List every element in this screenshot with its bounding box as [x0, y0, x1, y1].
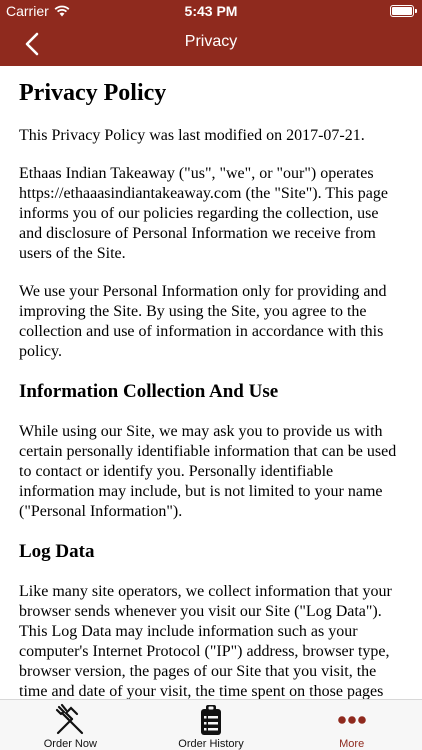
section-heading: Information Collection And Use: [19, 381, 279, 402]
tab-more[interactable]: More: [281, 700, 422, 750]
navigation-bar: Privacy: [0, 22, 422, 66]
battery-icon: [390, 5, 417, 17]
fork-knife-icon: [56, 703, 84, 735]
tab-bar: Order Now Order History More: [0, 699, 422, 750]
tab-order-history[interactable]: Order History: [141, 700, 282, 750]
status-bar: Carrier 5:43 PM: [0, 0, 422, 22]
policy-title: Privacy Policy: [19, 80, 167, 106]
nav-title: Privacy: [184, 33, 238, 50]
tab-label: Order History: [178, 738, 244, 750]
tab-label: Order Now: [43, 738, 97, 750]
policy-paragraph: Like many site operators, we collect inf…: [19, 583, 392, 699]
section-heading: Log Data: [19, 541, 95, 562]
tab-order-now[interactable]: Order Now: [0, 700, 141, 750]
clipboard-list-icon: [201, 705, 221, 735]
tab-label: More: [339, 738, 365, 750]
policy-content[interactable]: Privacy Policy This Privacy Policy was l…: [0, 66, 422, 699]
policy-paragraph: Ethaas Indian Takeaway ("us", "we", or "…: [19, 165, 388, 262]
policy-paragraph: This Privacy Policy was last modified on…: [19, 127, 365, 144]
policy-paragraph: While using our Site, we may ask you to …: [19, 423, 397, 520]
status-time: 5:43 PM: [184, 3, 238, 19]
policy-paragraph: We use your Personal Information only fo…: [19, 283, 387, 360]
more-dots-icon: [337, 716, 366, 724]
